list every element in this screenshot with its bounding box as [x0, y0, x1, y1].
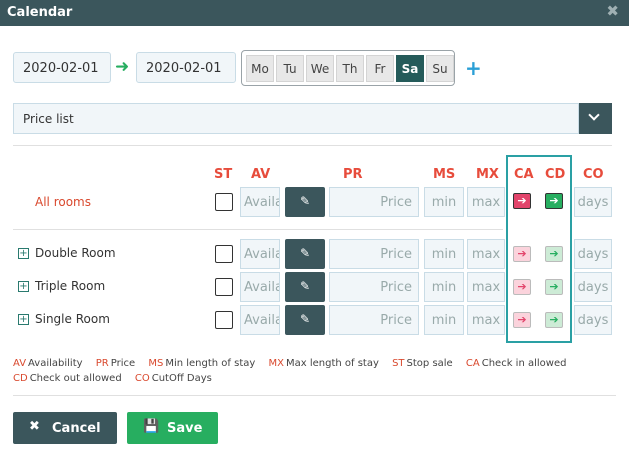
weekday-toggle[interactable]: We [306, 55, 334, 82]
divider [13, 145, 612, 146]
availability-input[interactable]: Availa [240, 305, 280, 335]
weekday-toggle-selected[interactable]: Sa [396, 55, 424, 82]
save-button[interactable]: 💾 Save [127, 412, 218, 444]
column-co: CO [583, 167, 604, 182]
max-stay-input[interactable]: max [467, 305, 505, 335]
cancel-label: Cancel [52, 421, 101, 436]
min-stay-input[interactable]: min [424, 239, 464, 269]
legend-code: ST [392, 358, 405, 369]
availability-input[interactable]: Availa [240, 239, 280, 269]
stop-sale-checkbox[interactable] [215, 193, 233, 211]
legend-text: Availability [28, 358, 83, 369]
close-icon[interactable]: ✖ [606, 2, 619, 20]
price-input[interactable]: Price [329, 239, 419, 269]
column-mx: MX [476, 167, 499, 182]
pencil-icon[interactable]: ✎ [285, 272, 325, 302]
column-ms: MS [433, 167, 456, 182]
stop-sale-checkbox[interactable] [215, 311, 233, 329]
legend-code: CA [465, 358, 480, 369]
legend-text: CutOff Days [151, 373, 212, 384]
expand-icon[interactable]: + [18, 281, 29, 292]
legend-text: Stop sale [406, 358, 453, 369]
legend-code: MS [148, 358, 164, 369]
legend-code: PR [95, 358, 109, 369]
max-stay-input[interactable]: max [467, 272, 505, 302]
highlight-box [506, 155, 572, 343]
column-st: ST [214, 167, 233, 182]
dialog-title: Calendar [7, 5, 73, 20]
legend-text: Min length of stay [165, 358, 256, 369]
cancel-button[interactable]: ✖ Cancel [13, 412, 117, 444]
availability-input[interactable]: Availa [240, 187, 280, 217]
all-rooms-label: All rooms [35, 195, 91, 209]
price-input[interactable]: Price [329, 305, 419, 335]
arrow-right-icon: ➜ [115, 57, 130, 77]
room-name: Single Room [35, 312, 110, 326]
divider [13, 395, 616, 396]
legend-code: CO [134, 373, 150, 384]
chevron-down-icon[interactable] [579, 103, 612, 134]
close-icon: ✖ [29, 419, 40, 434]
legend-code: CD [13, 373, 28, 384]
legend: CD Check out allowed CO CutOff Days [13, 373, 222, 384]
legend-text: Check out allowed [29, 373, 122, 384]
weekday-selector: Mo Tu We Th Fr Sa Su [241, 50, 455, 86]
add-period-icon[interactable]: + [465, 56, 482, 80]
expand-icon[interactable]: + [18, 248, 29, 259]
pencil-icon[interactable]: ✎ [285, 305, 325, 335]
calendar-dialog: Calendar ✖ 2020-02-01 ➜ 2020-02-01 Mo Tu… [0, 0, 629, 455]
stop-sale-checkbox[interactable] [215, 278, 233, 296]
pencil-icon[interactable]: ✎ [285, 239, 325, 269]
save-label: Save [167, 421, 203, 436]
legend-text: Check in allowed [481, 358, 567, 369]
cutoff-days-input[interactable]: days [574, 305, 612, 335]
expand-icon[interactable]: + [18, 314, 29, 325]
pencil-icon[interactable]: ✎ [285, 187, 325, 217]
cutoff-days-input[interactable]: days [574, 272, 612, 302]
max-stay-input[interactable]: max [467, 187, 505, 217]
legend-text: Max length of stay [285, 358, 379, 369]
availability-input[interactable]: Availa [240, 272, 280, 302]
price-list-select[interactable]: Price list [13, 103, 579, 134]
end-date-input[interactable]: 2020-02-01 [136, 52, 236, 83]
start-date-input[interactable]: 2020-02-01 [13, 52, 111, 83]
legend-text: Price [110, 358, 136, 369]
room-name: Double Room [35, 246, 116, 260]
min-stay-input[interactable]: min [424, 305, 464, 335]
column-av: AV [251, 167, 271, 182]
max-stay-input[interactable]: max [467, 239, 505, 269]
title-bar: Calendar ✖ [0, 0, 629, 26]
cutoff-days-input[interactable]: days [574, 239, 612, 269]
legend-code: MX [268, 358, 284, 369]
min-stay-input[interactable]: min [424, 187, 464, 217]
stop-sale-checkbox[interactable] [215, 245, 233, 263]
legend: AV Availability PR Price MS Min length of s… [13, 358, 576, 369]
price-input[interactable]: Price [329, 187, 419, 217]
divider [13, 229, 503, 230]
floppy-disk-icon: 💾 [143, 419, 160, 434]
legend-code: AV [13, 358, 27, 369]
cutoff-days-input[interactable]: days [574, 187, 612, 217]
weekday-toggle[interactable]: Fr [366, 55, 394, 82]
weekday-toggle[interactable]: Su [426, 55, 454, 82]
weekday-toggle[interactable]: Mo [246, 55, 274, 82]
column-pr: PR [343, 167, 363, 182]
price-input[interactable]: Price [329, 272, 419, 302]
weekday-toggle[interactable]: Th [336, 55, 364, 82]
min-stay-input[interactable]: min [424, 272, 464, 302]
weekday-toggle[interactable]: Tu [276, 55, 304, 82]
room-name: Triple Room [35, 279, 106, 293]
